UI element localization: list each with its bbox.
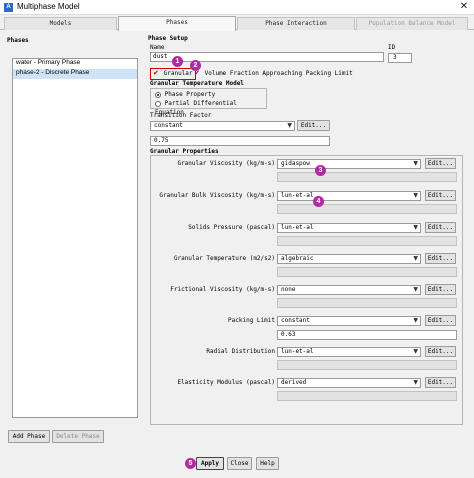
apply-button[interactable]: Apply <box>196 457 224 470</box>
granular-bulk-viscosity-edit-button[interactable]: Edit... <box>425 190 456 201</box>
gtm-group: Phase Property Partial Differential Equa… <box>150 88 267 116</box>
select-value: constant <box>154 122 183 129</box>
chevron-down-icon: ▼ <box>413 317 418 324</box>
chevron-down-icon: ▼ <box>413 255 418 262</box>
chevron-down-icon: ▼ <box>413 286 418 293</box>
select-value: derived <box>281 379 307 386</box>
delete-phase-button[interactable]: Delete Phase <box>52 430 104 443</box>
annotation-badge-2: 2 <box>190 60 201 71</box>
frictional-viscosity-edit-button[interactable]: Edit... <box>425 284 456 295</box>
annotation-badge-3: 3 <box>315 165 326 176</box>
phase-list: water - Primary Phase phase-2 - Discrete… <box>12 58 138 418</box>
gtm-label: Granular Temperature Model <box>150 80 244 87</box>
elasticity-modulus-label: Elasticity Modulus (pascal) <box>177 379 275 386</box>
tab-bar: Models Phases Phase Interaction Populati… <box>0 16 474 31</box>
annotation-badge-5: 5 <box>185 458 196 469</box>
help-button[interactable]: Help <box>256 457 279 470</box>
granular-viscosity-select[interactable]: gidaspow ▼ <box>277 159 421 169</box>
granular-temperature-value <box>277 267 457 277</box>
select-value: none <box>281 286 296 293</box>
solids-pressure-label: Solids Pressure (pascal) <box>188 224 275 231</box>
radio-pde[interactable]: Partial Differential Equation <box>155 99 266 116</box>
radial-distribution-edit-button[interactable]: Edit... <box>425 346 456 357</box>
granular-viscosity-edit-button[interactable]: Edit... <box>425 158 456 169</box>
transition-factor-label: Transition Factor <box>150 112 212 119</box>
frictional-viscosity-label: Frictional Viscosity (kg/m-s) <box>170 286 275 293</box>
chevron-down-icon: ▼ <box>413 192 418 199</box>
granular-temperature-select[interactable]: algebraic ▼ <box>277 254 421 264</box>
packing-limit-value[interactable]: 0.63 <box>277 330 457 340</box>
chevron-down-icon: ▼ <box>413 160 418 167</box>
elasticity-modulus-select[interactable]: derived ▼ <box>277 378 421 388</box>
radial-distribution-select[interactable]: lun-et-al ▼ <box>277 347 421 357</box>
granular-viscosity-value <box>277 172 457 182</box>
add-phase-button[interactable]: Add Phase <box>8 430 50 443</box>
radio-selected-icon <box>155 91 161 98</box>
radio-label: Phase Property <box>164 91 216 98</box>
close-icon[interactable]: ✕ <box>457 1 471 13</box>
packing-limit-edit-button[interactable]: Edit... <box>425 315 456 326</box>
name-input[interactable]: dust <box>150 52 384 62</box>
transition-factor-edit-button[interactable]: Edit... <box>297 120 330 131</box>
phases-section-label: Phases <box>7 37 29 44</box>
packing-limit-label: Packing Limit <box>228 317 275 324</box>
granular-bulk-viscosity-value <box>277 204 457 214</box>
elasticity-modulus-value <box>277 391 457 401</box>
select-value: lun-et-al <box>281 192 314 199</box>
elasticity-modulus-edit-button[interactable]: Edit... <box>425 377 456 388</box>
chevron-down-icon: ▼ <box>413 224 418 231</box>
annotation-badge-1: 1 <box>172 56 183 67</box>
chevron-down-icon: ▼ <box>287 122 292 129</box>
close-button[interactable]: Close <box>227 457 252 470</box>
select-value: constant <box>281 317 310 324</box>
title-bar: A Multiphase Model ✕ <box>0 0 474 15</box>
phase-setup-label: Phase Setup <box>148 35 188 42</box>
list-item-water[interactable]: water - Primary Phase <box>13 59 137 69</box>
solids-pressure-select[interactable]: lun-et-al ▼ <box>277 223 421 233</box>
id-input[interactable]: 3 <box>388 53 412 63</box>
frictional-viscosity-value <box>277 298 457 308</box>
granular-properties-label: Granular Properties <box>150 148 219 155</box>
frictional-viscosity-select[interactable]: none ▼ <box>277 285 421 295</box>
select-value: lun-et-al <box>281 224 314 231</box>
vfap-checkbox[interactable]: ✔ Volume Fraction Approaching Packing Li… <box>194 69 353 78</box>
transition-factor-value[interactable]: 0.75 <box>150 136 330 146</box>
list-item-phase-2[interactable]: phase-2 - Discrete Phase <box>13 69 137 79</box>
select-value: gidaspow <box>281 160 310 167</box>
granular-viscosity-label: Granular Viscosity (kg/m-s) <box>177 160 275 167</box>
solids-pressure-edit-button[interactable]: Edit... <box>425 222 456 233</box>
granular-checkbox[interactable]: ✔ Granular <box>150 68 196 80</box>
vfap-label: Volume Fraction Approaching Packing Limi… <box>204 70 353 77</box>
tab-phase-interaction[interactable]: Phase Interaction <box>237 17 355 30</box>
checkmark-icon: ✔ <box>153 69 159 77</box>
select-value: algebraic <box>281 255 314 262</box>
app-logo-icon: A <box>4 3 13 12</box>
solids-pressure-value <box>277 236 457 246</box>
radio-phase-property[interactable]: Phase Property <box>155 90 215 99</box>
radial-distribution-value <box>277 360 457 370</box>
select-value: lun-et-al <box>281 348 314 355</box>
packing-limit-select[interactable]: constant ▼ <box>277 316 421 326</box>
tab-phases[interactable]: Phases <box>118 16 236 31</box>
annotation-badge-4: 4 <box>313 196 324 207</box>
radial-distribution-label: Radial Distribution <box>206 348 275 355</box>
granular-bulk-viscosity-label: Granular Bulk Viscosity (kg/m-s) <box>159 192 275 199</box>
id-label: ID <box>388 44 396 51</box>
name-label: Name <box>150 44 165 51</box>
radio-unselected-icon <box>155 100 161 107</box>
tab-population-balance-model: Population Balance Model <box>356 17 468 30</box>
tab-models[interactable]: Models <box>4 17 117 30</box>
window-title: Multiphase Model <box>17 2 80 11</box>
granular-temperature-edit-button[interactable]: Edit... <box>425 253 456 264</box>
checkmark-icon: ✔ <box>194 69 200 77</box>
chevron-down-icon: ▼ <box>413 348 418 355</box>
granular-temperature-label: Granular Temperature (m2/s2) <box>173 255 275 262</box>
granular-label: Granular <box>163 70 193 77</box>
chevron-down-icon: ▼ <box>413 379 418 386</box>
granular-bulk-viscosity-select[interactable]: lun-et-al ▼ <box>277 191 421 201</box>
transition-factor-select[interactable]: constant ▼ <box>150 121 295 131</box>
